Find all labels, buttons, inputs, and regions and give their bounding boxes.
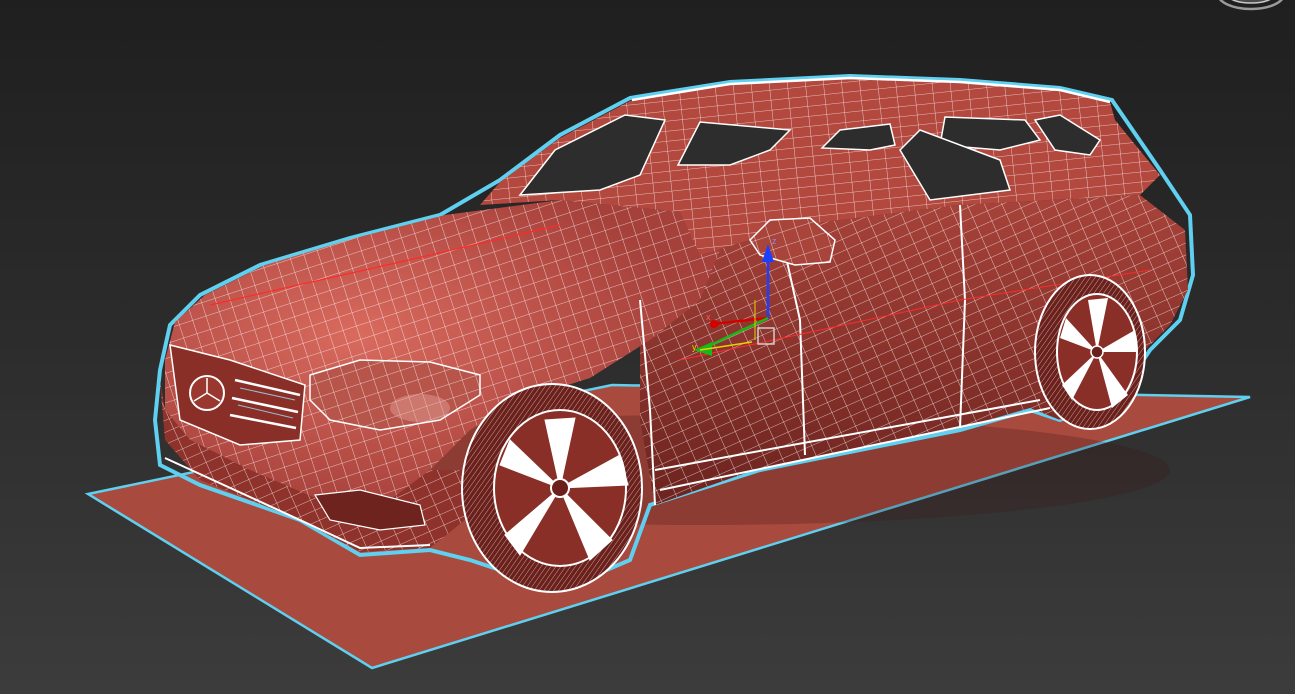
gizmo-y-label: y [692, 342, 697, 352]
viewcube-icon[interactable] [1215, 0, 1287, 14]
gizmo-z-label: z [772, 236, 777, 246]
gizmo-x-handle-icon [710, 320, 718, 328]
3d-viewport[interactable]: y x z [0, 0, 1295, 694]
front-wheel [461, 383, 643, 593]
rear-wheel [1034, 274, 1146, 430]
gizmo-x-label: x [706, 312, 711, 322]
scene-canvas[interactable]: y x z [0, 0, 1295, 694]
